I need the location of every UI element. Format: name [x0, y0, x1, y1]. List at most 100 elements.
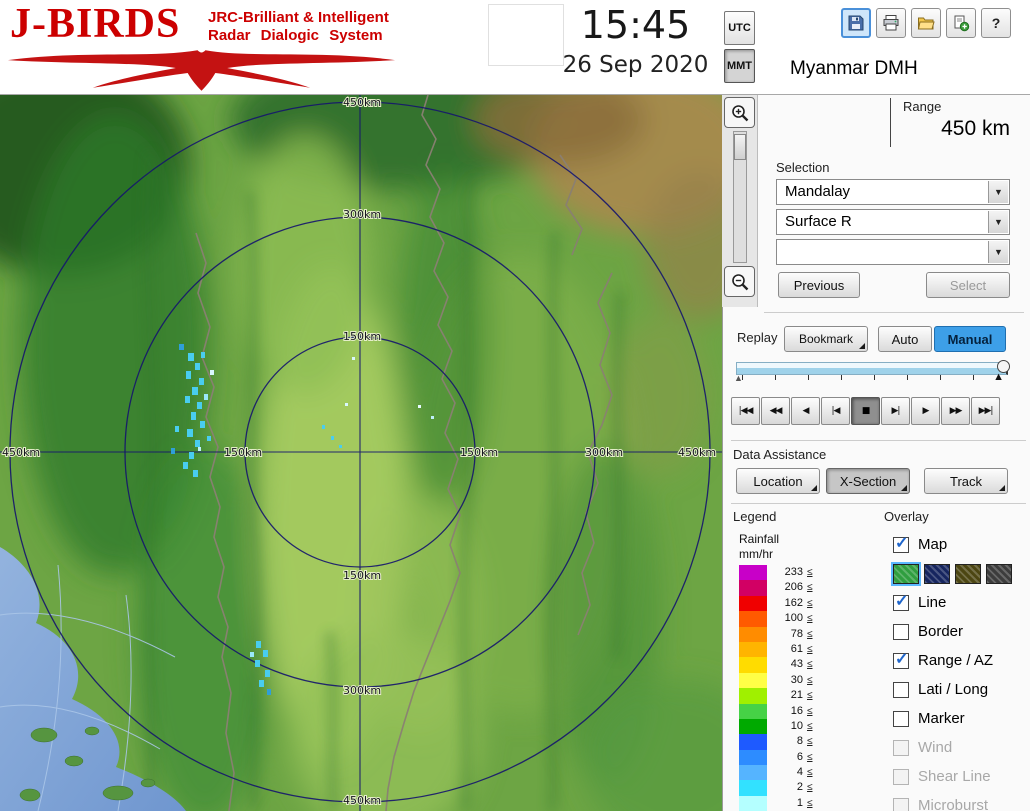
legend-row: 1 ≤ — [739, 795, 813, 811]
playback-play-button[interactable]: ▶ — [911, 397, 940, 425]
save-button[interactable] — [841, 8, 871, 38]
product-dropdown-value: Surface R — [785, 213, 852, 230]
zoom-slider[interactable] — [733, 131, 747, 263]
legend-color-box — [739, 734, 767, 750]
slider-start-marker: ▲ — [734, 373, 743, 383]
header-toolbar: ? — [841, 8, 1011, 38]
station-dropdown[interactable]: Mandalay ▼ — [776, 179, 1010, 205]
legend-lte-symbol: ≤ — [807, 751, 813, 763]
legend-row: 233 ≤ — [739, 565, 813, 581]
legend-row: 6 ≤ — [739, 749, 813, 766]
ring-label: 450km — [678, 446, 716, 459]
map-color-swatches — [893, 559, 1030, 588]
overlay-item-line: ✓ Line — [893, 588, 1030, 617]
help-button[interactable]: ? — [981, 8, 1011, 38]
zoom-out-button[interactable] — [724, 266, 755, 297]
legend-title: Rainfall mm/hr — [739, 532, 779, 562]
header-bar: J-BIRDS JRC-Brilliant & Intelligent Rada… — [0, 0, 1030, 95]
playback-skip-end-button[interactable]: ▶▶| — [971, 397, 1000, 425]
legend-lte-symbol: ≤ — [807, 613, 813, 625]
legend-value: 16 — [790, 704, 803, 717]
manual-button[interactable]: Manual — [934, 326, 1006, 352]
bookmark-button[interactable]: Bookmark — [784, 326, 868, 352]
overlay-item-wind: Wind — [893, 733, 1030, 762]
playback-back-button[interactable]: ◀ — [791, 397, 820, 425]
map-color-swatch-0[interactable] — [893, 563, 919, 584]
playback-step-back-button[interactable]: |◀ — [821, 397, 850, 425]
checkbox[interactable]: ✓ — [893, 535, 909, 553]
checkbox[interactable] — [893, 710, 909, 727]
map-color-swatch-1[interactable] — [924, 563, 950, 584]
help-icon: ? — [987, 14, 1005, 32]
map-color-swatch-3[interactable] — [986, 563, 1012, 584]
legend-color-box — [739, 688, 767, 704]
jbirds-app: J-BIRDS JRC-Brilliant & Intelligent Rada… — [0, 0, 1030, 811]
replay-slider[interactable]: ▲ ▲ — [734, 360, 1010, 386]
playback-fast-forward-button[interactable]: ▶▶ — [941, 397, 970, 425]
playback-step-forward-button[interactable]: ▶| — [881, 397, 910, 425]
legend-color-box — [739, 595, 767, 612]
checkbox[interactable]: ✓ — [893, 593, 909, 611]
overlay-item-microburst: Microburst — [893, 791, 1030, 811]
legend-value: 78 — [790, 627, 803, 640]
legend-value: 206 — [784, 581, 803, 594]
selection-label: Selection — [776, 160, 830, 175]
legend-title-line1: Rainfall — [739, 532, 780, 546]
ring-label: 300km — [343, 684, 381, 697]
legend-value: 100 — [784, 612, 803, 625]
checkbox[interactable] — [893, 623, 909, 640]
utc-button[interactable]: UTC — [724, 11, 755, 45]
replay-slider-ticks — [742, 375, 994, 380]
xsection-button[interactable]: X-Section — [826, 468, 910, 494]
legend-value: 6 — [796, 750, 803, 763]
slider-position-marker[interactable]: ▲ — [993, 371, 1004, 383]
playback-skip-start-button[interactable]: |◀◀ — [731, 397, 760, 425]
product-dropdown[interactable]: Surface R ▼ — [776, 209, 1010, 235]
select-button[interactable]: Select — [926, 272, 1010, 298]
range-divider — [890, 98, 891, 147]
open-button[interactable] — [911, 8, 941, 38]
legend-scale: 233 ≤206 ≤162 ≤100 ≤78 ≤61 ≤43 ≤30 ≤21 ≤16 ≤10 ≤8 ≤6… — [739, 565, 813, 811]
dropdown-arrow-icon[interactable]: ▼ — [988, 211, 1008, 233]
overlay-item-range-az: ✓ Range / AZ — [893, 646, 1030, 675]
previous-button[interactable]: Previous — [778, 272, 860, 298]
checkbox[interactable] — [893, 681, 909, 698]
map-area: 450km 300km 150km 150km 300km 450km 450km 150km… — [0, 95, 722, 811]
dropdown-arrow-icon[interactable]: ▼ — [988, 241, 1008, 263]
track-button[interactable]: Track — [924, 468, 1008, 494]
map-color-swatch-2[interactable] — [955, 563, 981, 584]
checkbox[interactable]: ✓ — [893, 651, 909, 669]
magnifier-minus-icon — [731, 273, 748, 290]
playback-rewind-button[interactable]: ◀◀ — [761, 397, 790, 425]
zoom-slider-thumb[interactable] — [734, 134, 746, 160]
magnifier-plus-icon — [731, 104, 748, 121]
legend-lte-symbol: ≤ — [807, 767, 813, 779]
location-button[interactable]: Location — [736, 468, 820, 494]
data-assistance-label: Data Assistance — [733, 447, 827, 462]
overlay-item-shear-line: Shear Line — [893, 762, 1030, 791]
station-name: Myanmar DMH — [790, 58, 918, 79]
replay-slider-track[interactable] — [736, 362, 1008, 375]
playback-stop-button[interactable]: ■ — [851, 397, 880, 425]
playback-controls: |◀◀ ◀◀ ◀ |◀ ■ ▶| ▶ ▶▶ ▶▶| — [731, 397, 1000, 425]
legend-color-box — [739, 565, 767, 581]
legend-color-box — [739, 718, 767, 735]
ring-label: 150km — [343, 569, 381, 582]
auto-button[interactable]: Auto — [878, 326, 932, 352]
legend-value: 8 — [796, 735, 803, 748]
legend-color-box — [739, 626, 767, 642]
extra-dropdown[interactable]: ▼ — [776, 239, 1010, 265]
dropdown-arrow-icon[interactable]: ▼ — [988, 181, 1008, 203]
clock-date: 26 Sep 2020 — [562, 52, 709, 78]
ring-label: 450km — [343, 794, 381, 807]
legend-row: 162 ≤ — [739, 595, 813, 612]
print-button[interactable] — [876, 8, 906, 38]
overlay-label: Overlay — [884, 509, 929, 524]
overlay-label-text: Range / AZ — [918, 652, 994, 669]
mmt-button[interactable]: MMT — [724, 49, 755, 83]
legend-value: 4 — [796, 766, 803, 779]
zoom-in-button[interactable] — [724, 97, 755, 128]
legend-title-line2: mm/hr — [739, 547, 773, 561]
radar-map[interactable]: 450km 300km 150km 150km 300km 450km 450km 150km… — [0, 95, 722, 811]
add-file-button[interactable] — [946, 8, 976, 38]
